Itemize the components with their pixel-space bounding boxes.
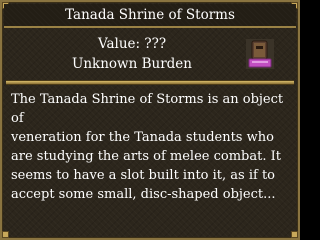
window-title: Tanada Shrine of Storms [65, 7, 235, 23]
item-burden: Unknown Burden [71, 56, 192, 72]
section-divider [6, 80, 294, 85]
item-value: Value: ??? [97, 36, 167, 52]
item-description: The Tanada Shrine of Storms is an object… [11, 92, 284, 202]
item-info-panel: Tanada Shrine of Storms Value: ??? Unkno… [0, 0, 300, 240]
frame-corner-bottom-left [2, 231, 9, 238]
frame-corner-bottom-right [291, 231, 298, 238]
shrine-icon [246, 39, 274, 69]
title-bar[interactable]: Tanada Shrine of Storms [4, 4, 296, 28]
